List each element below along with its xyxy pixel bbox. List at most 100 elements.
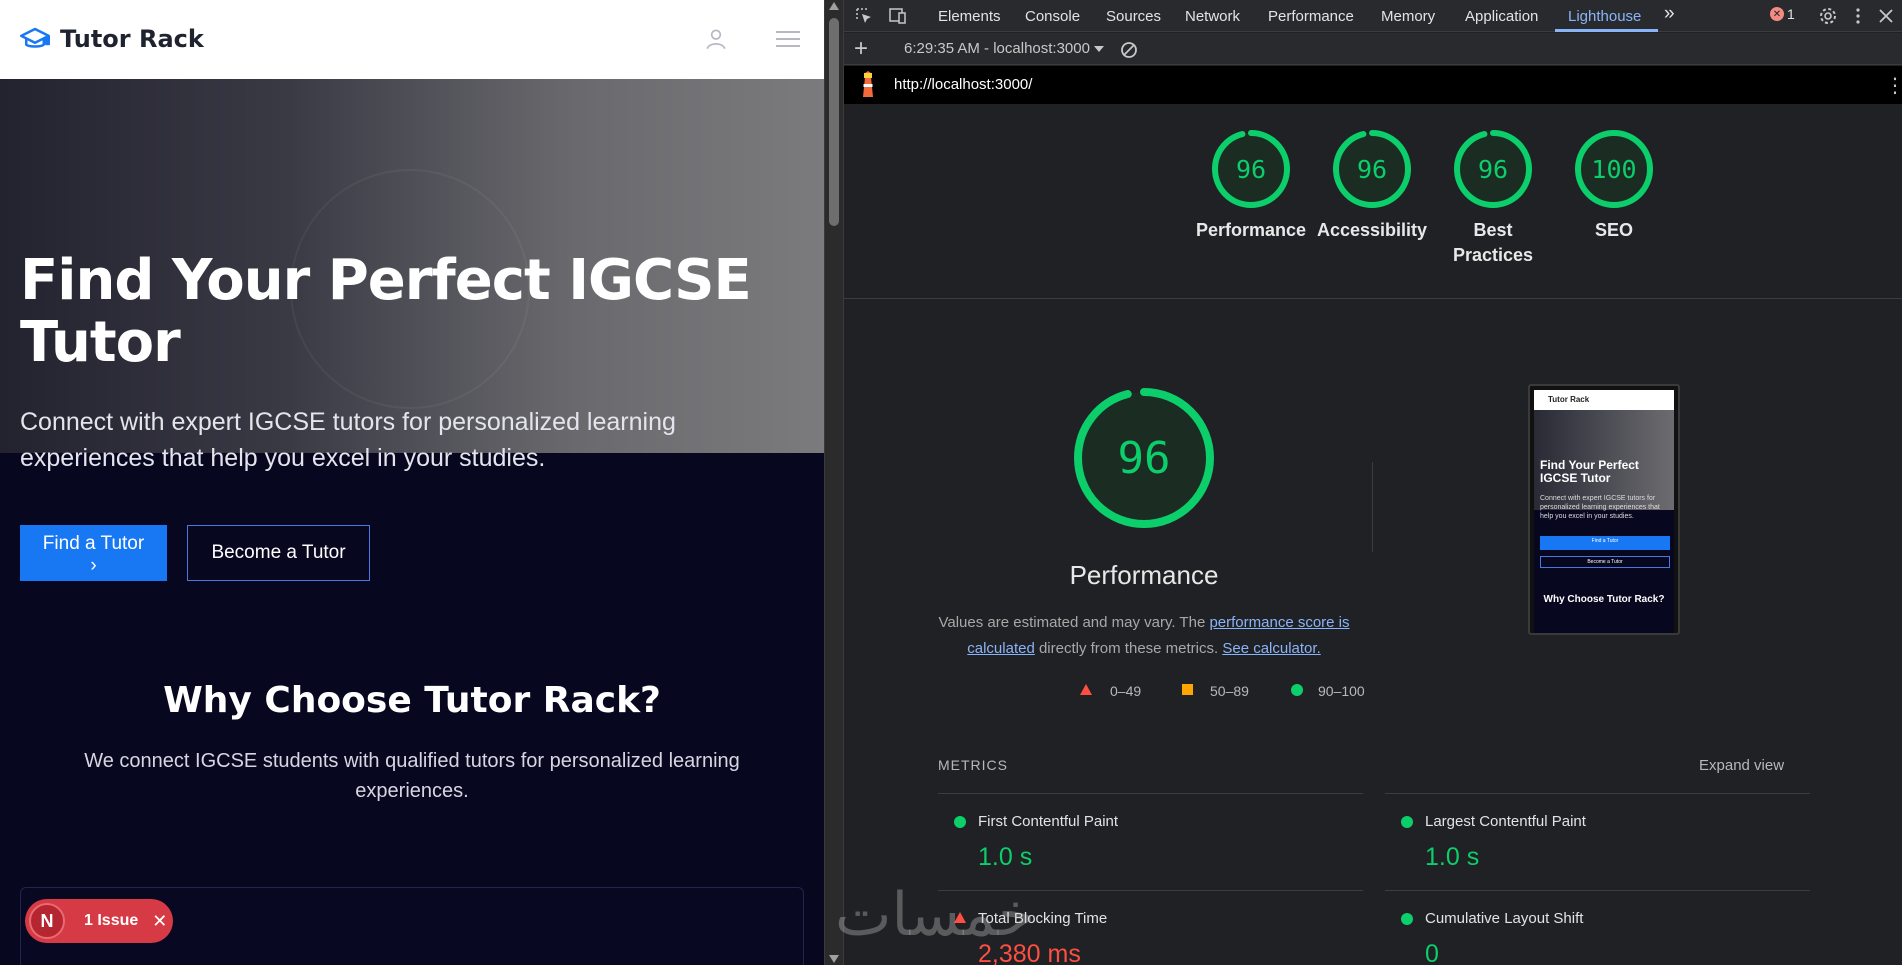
good-circle-icon <box>954 816 966 828</box>
hero-title: Find Your Perfect IGCSE Tutor <box>20 248 752 375</box>
legend-good: 90–100 <box>1318 683 1365 699</box>
svg-text:96: 96 <box>1236 155 1266 184</box>
website-viewport: Tutor Rack Find Your Perfect IGCSE Tutor… <box>0 0 824 965</box>
gauge-seo[interactable]: 100 SEO <box>1554 128 1674 243</box>
tab-console[interactable]: Console <box>1025 8 1080 25</box>
more-tabs-icon[interactable]: » <box>1664 3 1675 25</box>
final-screenshot-thumbnail[interactable]: Tutor Rack Find Your Perfect IGCSE Tutor… <box>1528 384 1680 635</box>
thumbnail-subtitle: Connect with expert IGCSE tutors for per… <box>1540 495 1660 520</box>
become-tutor-button[interactable]: Become a Tutor <box>187 525 370 581</box>
thumbnail-become-button: Become a Tutor <box>1540 556 1670 568</box>
brand-logo[interactable]: Tutor Rack <box>20 24 204 54</box>
tab-sources[interactable]: Sources <box>1106 8 1161 25</box>
metric-name: First Contentful Paint <box>978 813 1119 830</box>
error-counter[interactable]: ✕ 1 <box>1770 6 1795 22</box>
score-ring: 100 <box>1575 130 1653 208</box>
expand-view-toggle[interactable]: Expand view <box>1699 757 1784 774</box>
svg-text:96: 96 <box>1478 155 1508 184</box>
metric-divider <box>938 793 1363 794</box>
score-summary: 96 Performance 96 Accessibility 96 Best <box>844 104 1902 299</box>
thumbnail-body <box>1534 510 1674 633</box>
watermark: خمسات <box>835 880 1036 950</box>
find-tutor-label: Find a Tutor <box>42 533 145 554</box>
thumbnail-header: Tutor Rack <box>1534 390 1674 410</box>
new-report-icon[interactable]: + <box>854 35 868 63</box>
brand-name: Tutor Rack <box>60 25 204 53</box>
section-title: Why Choose Tutor Rack? <box>163 680 661 721</box>
svg-text:100: 100 <box>1591 155 1636 184</box>
metric-name: Largest Contentful Paint <box>1425 813 1586 830</box>
metric-value: 1.0 s <box>978 843 1033 871</box>
gauge-label: Best Practices <box>1453 220 1534 265</box>
explanation-text: directly from these metrics. <box>1034 640 1223 657</box>
gauge-label: SEO <box>1594 220 1633 240</box>
gauge-best-practices[interactable]: 96 Best Practices <box>1433 128 1553 268</box>
error-icon: ✕ <box>1770 7 1784 21</box>
page-scrollbar[interactable] <box>824 0 843 965</box>
inspect-element-icon[interactable] <box>854 6 874 26</box>
score-explanation: Values are estimated and may vary. The p… <box>934 610 1354 662</box>
metric-name: Cumulative Layout Shift <box>1425 910 1584 927</box>
tab-elements[interactable]: Elements <box>938 8 1001 25</box>
lighthouse-logo-icon <box>863 71 873 97</box>
report-url[interactable]: http://localhost:3000/ <box>894 76 1032 93</box>
scroll-thumb[interactable] <box>829 18 839 226</box>
chevron-down-icon[interactable] <box>1094 46 1104 52</box>
divider <box>1372 462 1373 552</box>
gauge-label: Accessibility <box>1316 220 1428 240</box>
lighthouse-toolbar: + 6:29:35 AM - localhost:3000 <box>844 33 1902 65</box>
more-options-icon[interactable] <box>1848 6 1868 26</box>
issue-count: 1 Issue <box>84 912 139 929</box>
hero-subtitle: Connect with expert IGCSE tutors for per… <box>20 408 676 472</box>
gauge-performance[interactable]: 96 Performance <box>1191 128 1311 243</box>
score-ring: 96 <box>1333 130 1411 208</box>
close-devtools-icon[interactable] <box>1876 6 1896 26</box>
thumbnail-why-title: Why Choose Tutor Rack? <box>1543 594 1665 605</box>
score-legend: 0–49 50–89 90–100 <box>974 681 1374 701</box>
poor-triangle-icon <box>1080 684 1092 695</box>
gauge-label: Performance <box>1195 220 1307 240</box>
report-menu-icon[interactable]: ⋮ <box>1885 73 1902 98</box>
metric-value: 1.0 s <box>1425 843 1480 871</box>
hamburger-menu-icon[interactable] <box>775 28 801 50</box>
tab-application[interactable]: Application <box>1465 8 1538 25</box>
gauge-accessibility[interactable]: 96 Accessibility <box>1312 128 1432 243</box>
tab-network[interactable]: Network <box>1185 8 1240 25</box>
tab-lighthouse[interactable]: Lighthouse <box>1568 8 1641 25</box>
scroll-down-arrow-icon[interactable] <box>829 955 839 963</box>
metrics-heading: METRICS <box>938 757 1008 773</box>
tab-performance[interactable]: Performance <box>1268 8 1354 25</box>
nextjs-logo-icon: N <box>29 903 65 939</box>
legend-poor: 0–49 <box>1110 683 1142 699</box>
metric-divider <box>1385 890 1810 891</box>
find-tutor-button[interactable]: Find a Tutor › <box>20 525 167 581</box>
chevron-right-icon: › <box>90 555 97 576</box>
devtools-panel: Elements Console Sources Network Perform… <box>843 0 1902 965</box>
nextjs-issue-badge[interactable]: N 1 Issue ✕ <box>25 899 173 943</box>
tab-memory[interactable]: Memory <box>1381 8 1435 25</box>
report-selector[interactable]: 6:29:35 AM - localhost:3000 <box>904 40 1090 57</box>
gear-icon[interactable] <box>1818 6 1838 26</box>
see-calculator-link[interactable]: See calculator. <box>1222 640 1320 657</box>
score-ring: 96 <box>1454 130 1532 208</box>
thumbnail-title: Find Your Perfect IGCSE Tutor <box>1540 458 1639 485</box>
legend-average: 50–89 <box>1210 683 1249 699</box>
user-icon[interactable] <box>703 26 729 52</box>
report-url-bar: http://localhost:3000/ ⋮ <box>844 66 1902 104</box>
good-circle-icon <box>1291 684 1303 696</box>
active-tab-indicator <box>1555 29 1658 32</box>
explanation-text: Values are estimated and may vary. The <box>938 614 1210 631</box>
clear-reports-icon[interactable] <box>1119 40 1139 60</box>
score-ring: 96 <box>1212 130 1290 208</box>
site-header: Tutor Rack <box>0 0 824 79</box>
close-icon[interactable]: ✕ <box>152 911 167 932</box>
metric-value: 0 <box>1425 940 1439 965</box>
device-toolbar-icon[interactable] <box>888 6 908 26</box>
average-square-icon <box>1182 684 1193 695</box>
svg-text:96: 96 <box>1357 155 1387 184</box>
thumbnail-find-button: Find a Tutor <box>1540 536 1670 550</box>
performance-score-gauge: 96 <box>1074 388 1214 528</box>
scroll-up-arrow-icon[interactable] <box>829 2 839 10</box>
graduation-cap-icon <box>20 27 50 48</box>
section-subtitle: We connect IGCSE students with qualified… <box>84 750 740 802</box>
